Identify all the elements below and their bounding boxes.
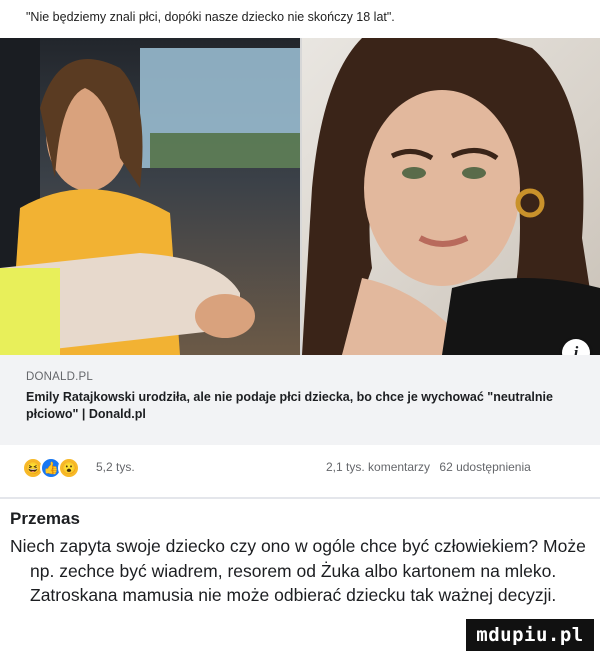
link-domain: DONALD.PL: [26, 371, 93, 383]
photo-car-selfie-illustration: [0, 38, 300, 355]
reaction-icons[interactable]: 😆 👍 😮: [22, 457, 88, 479]
comment-author[interactable]: Przemas: [10, 509, 80, 529]
watermark-logo: mdupiu.pl: [466, 619, 594, 651]
post-image[interactable]: [0, 38, 600, 355]
photo-car-selfie: [0, 38, 300, 355]
comment-text: Niech zapyta swoje dziecko czy ono w ogó…: [10, 536, 586, 605]
engagement-stats: 2,1 tys. komentarzy 62 udostępnienia: [320, 460, 531, 474]
link-title[interactable]: Emily Ratajkowski urodziła, ale nie poda…: [26, 389, 566, 423]
shares-count[interactable]: 62 udostępnienia: [439, 460, 530, 474]
post-quote-text: "Nie będziemy znali płci, dopóki nasze d…: [26, 10, 395, 24]
photo-portrait: [302, 38, 600, 355]
photo-portrait-illustration: [302, 38, 600, 355]
wow-emoji: 😮: [58, 457, 80, 479]
reactions-bar: 😆 👍 😮 5,2 tys. 2,1 tys. komentarzy 62 ud…: [0, 445, 600, 497]
reaction-count[interactable]: 5,2 tys.: [96, 460, 135, 474]
comments-count[interactable]: 2,1 tys. komentarzy: [326, 460, 430, 474]
link-preview[interactable]: DONALD.PL Emily Ratajkowski urodziła, al…: [0, 355, 600, 445]
